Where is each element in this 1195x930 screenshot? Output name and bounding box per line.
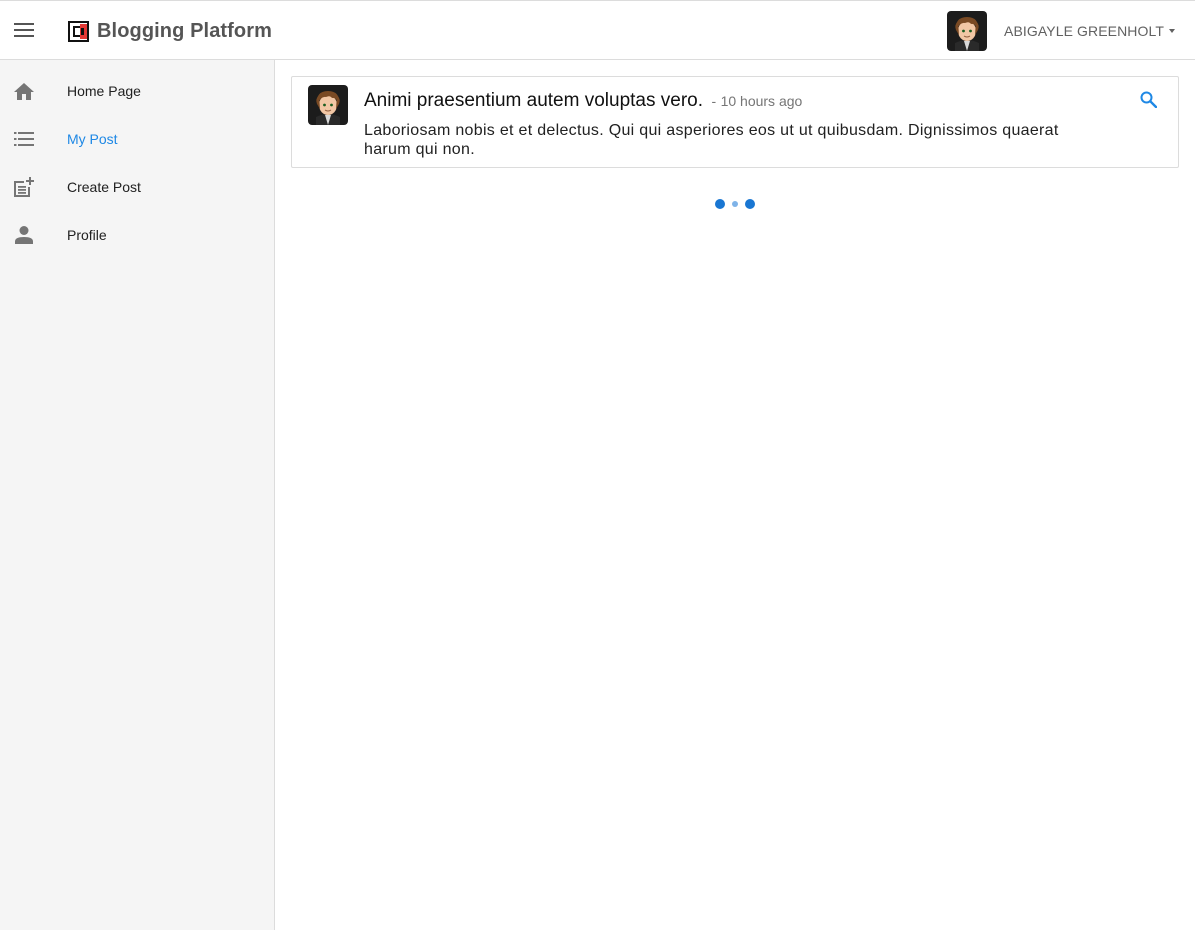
sidebar-item-label: My Post (67, 131, 118, 147)
user-avatar[interactable] (947, 11, 987, 51)
search-button[interactable] (1136, 87, 1160, 111)
top-app-bar: Blogging Platform ABIGAYLE GREENHOLT (0, 0, 1195, 60)
loading-indicator (715, 199, 757, 209)
post-card[interactable]: Animi praesentium autem voluptas vero. -… (291, 76, 1179, 168)
sidebar-item-profile[interactable]: Profile (0, 211, 274, 259)
main-content: Animi praesentium autem voluptas vero. -… (275, 60, 1195, 930)
post-separator: - (711, 93, 717, 109)
sidebar-item-create-post[interactable]: Create Post (0, 163, 274, 211)
person-icon (12, 223, 36, 247)
loader-dot (745, 199, 755, 209)
search-icon (1140, 91, 1157, 108)
sidebar-item-label: Home Page (67, 83, 141, 99)
brand[interactable]: Blogging Platform (68, 15, 272, 47)
caret-down-icon[interactable] (1169, 29, 1175, 33)
post-author-avatar[interactable] (308, 85, 348, 125)
post-excerpt: Laboriosam nobis et et delectus. Qui qui… (364, 122, 1059, 158)
avatar-image (308, 85, 348, 125)
home-icon (12, 79, 36, 103)
app-title: Blogging Platform (97, 19, 273, 42)
post-title[interactable]: Animi praesentium autem voluptas vero. (364, 90, 703, 111)
loader-dot (732, 201, 738, 207)
brand-logo-icon (68, 20, 89, 42)
sidebar-item-label: Profile (67, 227, 107, 243)
post-add-icon (12, 175, 36, 199)
user-name[interactable]: ABIGAYLE GREENHOLT (1004, 23, 1164, 39)
sidebar-item-home[interactable]: Home Page (0, 67, 274, 115)
hamburger-menu-icon (14, 23, 34, 37)
user-menu[interactable]: ABIGAYLE GREENHOLT (947, 10, 1175, 52)
sidebar-item-my-post[interactable]: My Post (0, 115, 274, 163)
menu-button[interactable] (6, 12, 42, 48)
post-timestamp: 10 hours ago (720, 93, 803, 109)
sidebar: Home Page My Post Create Post Profile (0, 60, 275, 930)
loader-dot (715, 199, 725, 209)
sidebar-item-label: Create Post (67, 179, 141, 195)
post-header: Animi praesentium autem voluptas vero. -… (364, 90, 802, 112)
avatar-image (947, 11, 987, 51)
list-icon (12, 127, 36, 151)
